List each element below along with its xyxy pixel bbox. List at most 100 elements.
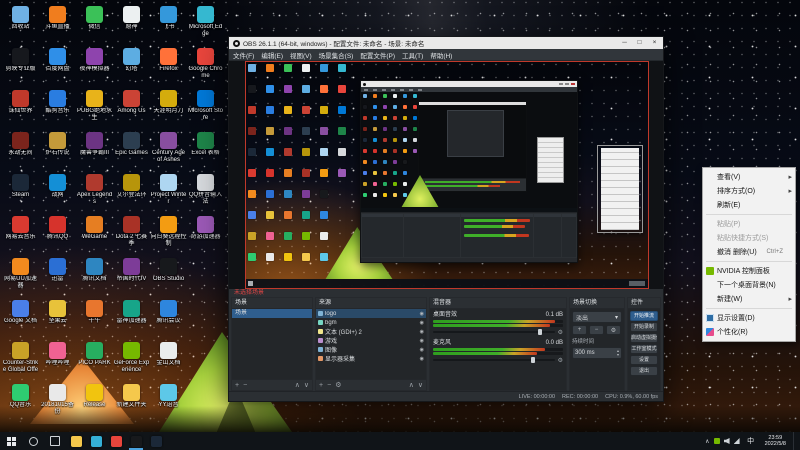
desktop-icon[interactable]: 网易云音乐 xyxy=(2,214,39,256)
desktop-icon[interactable]: 新建文件夹 xyxy=(113,382,150,424)
slider-knob[interactable] xyxy=(538,329,543,335)
control-button[interactable]: 开始录制 xyxy=(630,322,658,332)
nvidia-tray-icon[interactable] xyxy=(713,438,720,444)
desktop-icon[interactable]: 飞书 xyxy=(150,4,187,46)
source-down-button[interactable]: ∨ xyxy=(418,381,423,389)
obs-menu-item[interactable]: 文件(F) xyxy=(233,50,254,60)
desktop-icon[interactable]: Firefox xyxy=(150,46,187,88)
desktop-icon[interactable]: 原神 xyxy=(113,4,150,46)
context-menu-item[interactable]: 查看(V) xyxy=(703,170,795,184)
obs-titlebar[interactable]: OBS 26.1.1 (64-bit, windows) - 配置文件: 未命名… xyxy=(229,37,663,49)
obs-menu-item[interactable]: 工具(T) xyxy=(402,50,423,60)
task-view-button[interactable] xyxy=(44,432,66,450)
maximize-button[interactable]: □ xyxy=(632,37,647,49)
desktop-icon[interactable]: 迅雷 xyxy=(39,256,76,298)
add-source-button[interactable]: + xyxy=(319,382,323,389)
desktop-icon[interactable]: Century Age of Ashes xyxy=(150,130,187,172)
taskbar-app-button[interactable] xyxy=(126,432,146,450)
desktop-icon[interactable]: Apex Legends xyxy=(76,172,113,214)
tray-expand-chevron-icon[interactable]: ∧ xyxy=(705,438,709,445)
desktop-icon[interactable]: 坚果云 xyxy=(39,298,76,340)
desktop-icon[interactable]: 酷狗音乐 xyxy=(39,88,76,130)
desktop-icon[interactable]: Excel 表格 xyxy=(187,130,224,172)
desktop-icon[interactable]: 帝国时代IV xyxy=(113,256,150,298)
remove-transition-button[interactable]: − xyxy=(589,325,604,335)
desktop-icon[interactable]: 百度网盘 xyxy=(39,46,76,88)
obs-menu-item[interactable]: 视图(V) xyxy=(290,50,312,60)
obs-preview-canvas[interactable] xyxy=(229,61,663,289)
scene-up-button[interactable]: ∧ xyxy=(295,381,300,389)
desktop-icon[interactable]: Release xyxy=(76,382,113,424)
desktop-icon[interactable]: Dota 2 七赛季 xyxy=(113,214,150,256)
obs-menu-item[interactable]: 帮助(H) xyxy=(430,50,452,60)
taskbar-app-button[interactable] xyxy=(66,432,86,450)
desktop-icon[interactable]: 千牛 xyxy=(76,298,113,340)
remove-source-button[interactable]: − xyxy=(327,382,331,389)
control-button[interactable]: 退出 xyxy=(630,366,658,376)
desktop-icon[interactable]: Steam xyxy=(2,172,39,214)
context-menu-item[interactable]: 下一个桌面背景(N) xyxy=(703,278,795,292)
desktop-icon[interactable]: PUBG绝地求生 xyxy=(76,88,113,130)
desktop-icon[interactable]: Google Chrome xyxy=(187,46,224,88)
visibility-eye-icon[interactable]: ◉ xyxy=(420,347,424,353)
desktop-icon[interactable]: 腾讯会议 xyxy=(150,298,187,340)
desktop-icon[interactable]: QQ拼音输入法 xyxy=(187,172,224,214)
desktop-icon[interactable]: 永劫无间 xyxy=(2,130,39,172)
desktop-icon[interactable]: 网易UU加速器 xyxy=(2,256,39,298)
volume-slider[interactable]: ⚙ xyxy=(433,356,563,364)
transition-select[interactable]: 淡出 ▾ xyxy=(572,311,622,323)
desktop-icon[interactable]: 斗鱼直播 xyxy=(39,4,76,46)
source-item[interactable]: 游戏 ◉ xyxy=(316,336,426,345)
context-menu-item[interactable] xyxy=(706,261,792,262)
context-menu-item[interactable]: 刷新(E) xyxy=(703,198,795,212)
scene-down-button[interactable]: ∨ xyxy=(304,381,309,389)
desktop-icon[interactable]: 向日葵远程控制 xyxy=(150,214,187,256)
desktop-icon[interactable]: 剪映专业版 xyxy=(2,46,39,88)
add-scene-button[interactable]: + xyxy=(235,382,239,389)
context-menu-item[interactable]: NVIDIA 控制面板 xyxy=(703,264,795,278)
control-button[interactable]: 启动虚拟摄像机 xyxy=(630,333,658,343)
source-item[interactable]: 文本 (GDI+) 2 ◉ xyxy=(316,327,426,336)
visibility-eye-icon[interactable]: ◉ xyxy=(420,356,424,362)
volume-slider[interactable]: ⚙ xyxy=(433,328,563,336)
desktop-icon[interactable]: Google 文档 xyxy=(2,298,39,340)
channel-settings-icon[interactable]: ⚙ xyxy=(558,329,563,336)
taskbar-app-button[interactable] xyxy=(106,432,126,450)
desktop-icon[interactable]: 幻塔 xyxy=(113,46,150,88)
context-menu-item[interactable]: 新建(W) xyxy=(703,292,795,306)
context-menu-item[interactable]: 粘贴快捷方式(S) xyxy=(703,231,795,245)
context-menu-item[interactable]: 粘贴(P) xyxy=(703,217,795,231)
control-button[interactable]: 开始推流 xyxy=(630,311,658,321)
desktop-icon[interactable]: Project Winter xyxy=(150,172,187,214)
desktop-icon[interactable]: Epic Games xyxy=(113,130,150,172)
desktop-icon[interactable]: 夜神模拟器 xyxy=(76,46,113,88)
volume-icon[interactable] xyxy=(723,438,730,444)
start-button[interactable] xyxy=(0,432,22,450)
desktop-icon[interactable]: 金山文档 xyxy=(150,340,187,382)
desktop-icon[interactable]: YY语音 xyxy=(150,382,187,424)
taskbar-app-button[interactable] xyxy=(86,432,106,450)
visibility-eye-icon[interactable]: ◉ xyxy=(420,338,424,344)
channel-settings-icon[interactable]: ⚙ xyxy=(558,357,563,364)
visibility-eye-icon[interactable]: ◉ xyxy=(420,311,424,317)
spinner-arrows-icon[interactable]: ▴ ▾ xyxy=(617,349,619,357)
desktop-icon[interactable]: 回收站 xyxy=(2,4,39,46)
minimize-button[interactable]: ─ xyxy=(617,37,632,49)
desktop-icon[interactable]: Counter-Strike Global Offensive xyxy=(2,340,39,382)
search-button[interactable] xyxy=(22,432,44,450)
ime-indicator[interactable]: 中 xyxy=(744,436,758,446)
desktop-icon[interactable]: Among Us xyxy=(113,88,150,130)
context-menu-item[interactable]: 撤消 删除(U) Ctrl+Z xyxy=(703,245,795,259)
context-menu-item[interactable]: 排序方式(O) xyxy=(703,184,795,198)
remove-scene-button[interactable]: − xyxy=(243,382,247,389)
desktop-icon[interactable]: 腾讯QQ xyxy=(39,214,76,256)
desktop-icon[interactable]: 天涯明月刀 xyxy=(150,88,187,130)
obs-menu-item[interactable]: 场景集合(S) xyxy=(319,50,354,60)
source-up-button[interactable]: ∧ xyxy=(409,381,414,389)
scene-item[interactable]: 场景 xyxy=(232,309,312,318)
source-properties-button[interactable]: ⚙ xyxy=(335,381,341,389)
desktop-icon[interactable]: QQ音乐 xyxy=(2,382,39,424)
context-menu-item[interactable]: 显示设置(D) xyxy=(703,311,795,325)
slider-knob[interactable] xyxy=(531,357,536,363)
desktop-icon[interactable]: Microsoft Store xyxy=(187,88,224,130)
